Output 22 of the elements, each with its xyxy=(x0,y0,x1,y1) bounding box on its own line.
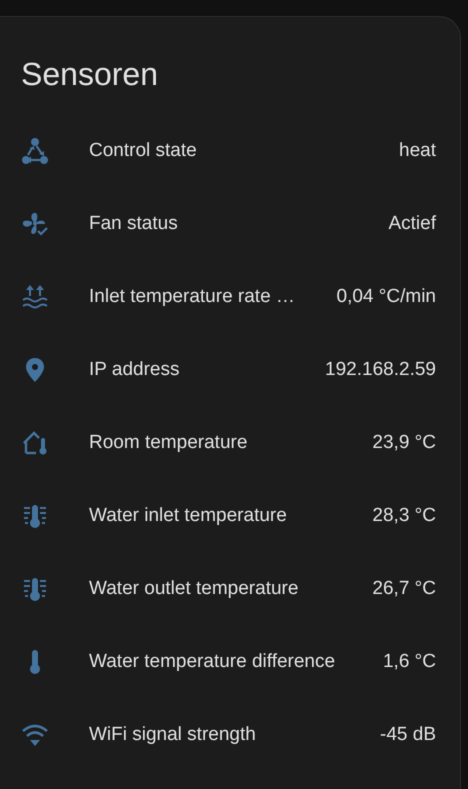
sensor-value: 28,3 °C xyxy=(372,504,436,526)
sensor-value: 23,9 °C xyxy=(372,432,436,454)
sensor-value: Actief xyxy=(388,212,436,234)
sensor-name: WiFi signal strength xyxy=(89,724,257,746)
sensor-value: 1,6 °C xyxy=(382,650,436,672)
sensor-name: IP address xyxy=(89,358,180,380)
sensor-name: Fan status xyxy=(89,212,179,234)
house-thermometer-icon xyxy=(21,428,49,456)
sensor-value: 192.168.2.59 xyxy=(325,358,436,380)
sensor-name: Room temperature xyxy=(89,432,248,454)
sensor-name: Water temperature difference xyxy=(89,650,336,672)
triangle-nodes-icon xyxy=(21,136,49,164)
sensor-value: 0,04 °C/min xyxy=(336,286,436,308)
sensor-value: -45 dB xyxy=(380,724,436,746)
sensor-name: Control state xyxy=(89,140,198,162)
sensor-value: 26,7 °C xyxy=(372,578,436,600)
sensor-value: heat xyxy=(399,140,436,162)
sensor-name: Inlet temperature rate … xyxy=(89,286,296,308)
sensor-name: Water inlet temperature xyxy=(89,504,288,526)
water-arrows-icon xyxy=(21,282,49,310)
sensor-name: Water outlet temperature xyxy=(89,578,300,600)
card-title: Sensoren xyxy=(21,55,159,94)
